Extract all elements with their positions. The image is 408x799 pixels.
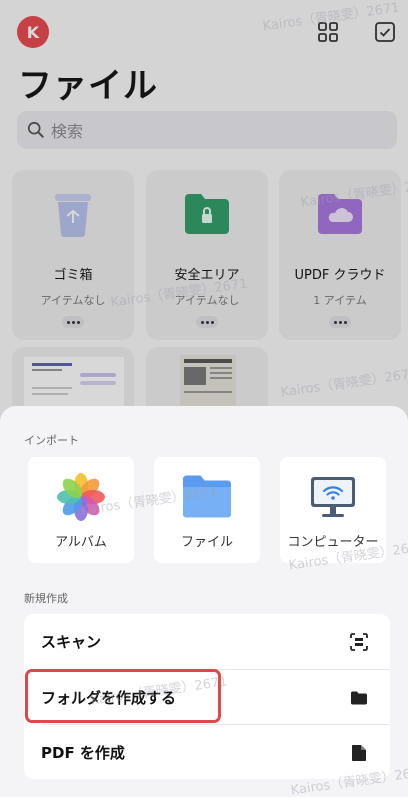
create-pdf-row[interactable]: PDF を作成 — [24, 725, 390, 780]
import-section-label: インポート — [24, 434, 79, 447]
scan-row[interactable]: スキャン — [24, 614, 390, 669]
import-file-tile[interactable]: ファイル — [154, 457, 260, 563]
tile-label: ファイル — [180, 535, 233, 550]
row-label: スキャン — [41, 633, 102, 651]
file-icon — [352, 745, 366, 761]
scan-icon — [350, 633, 368, 651]
tile-label: アルバム — [55, 535, 107, 550]
create-section-label: 新規作成 — [24, 592, 68, 605]
row-label: PDF を作成 — [41, 744, 125, 762]
folder-small-icon — [351, 691, 367, 705]
computer-wifi-icon — [311, 477, 355, 517]
